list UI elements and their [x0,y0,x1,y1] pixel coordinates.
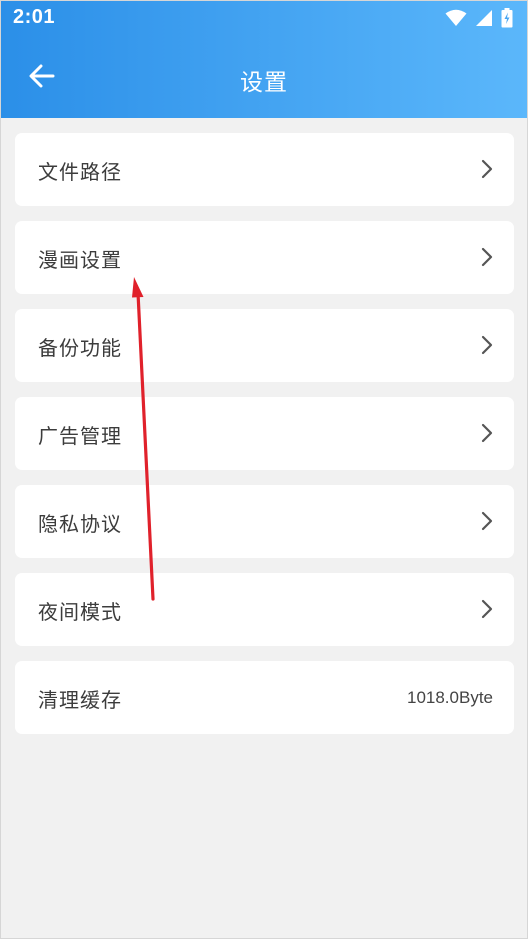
setting-label: 夜间模式 [38,600,122,624]
setting-label: 文件路径 [38,160,122,184]
battery-charging-icon [501,8,513,28]
chevron-right-icon [480,511,494,531]
status-bar: 2:01 [1,1,527,37]
cache-size-value: 1018.0Byte [406,688,493,707]
setting-label: 漫画设置 [38,248,122,272]
chevron-right-icon [480,247,494,267]
toolbar: 设置 [1,37,527,118]
wifi-icon [445,9,467,27]
chevron-right-icon [480,159,494,179]
setting-night-mode[interactable]: 夜间模式 [15,573,514,646]
setting-ad-management[interactable]: 广告管理 [15,397,514,470]
chevron-right-icon [480,599,494,619]
setting-clear-cache[interactable]: 清理缓存 1018.0Byte [15,661,514,734]
setting-backup[interactable]: 备份功能 [15,309,514,382]
setting-privacy-policy[interactable]: 隐私协议 [15,485,514,558]
page-title: 设置 [240,70,288,96]
setting-comic-settings[interactable]: 漫画设置 [15,221,514,294]
setting-label: 清理缓存 [38,688,122,712]
status-time: 2:01 [13,6,56,28]
settings-list: 文件路径 漫画设置 备份功能 广告管理 隐私协议 夜间模式 清理缓存 1018.… [15,133,514,749]
setting-label: 隐私协议 [38,512,122,536]
setting-label: 备份功能 [38,336,122,360]
settings-screen: 2:01 设置 文件路径 漫画设置 备份功能 广告管理 隐私协议 夜间模式 清理… [0,0,528,939]
chevron-right-icon [480,335,494,355]
app-bar: 2:01 设置 [1,1,527,118]
setting-label: 广告管理 [38,424,122,448]
signal-icon [475,9,493,27]
chevron-right-icon [480,423,494,443]
setting-file-path[interactable]: 文件路径 [15,133,514,206]
status-icons [445,7,513,29]
